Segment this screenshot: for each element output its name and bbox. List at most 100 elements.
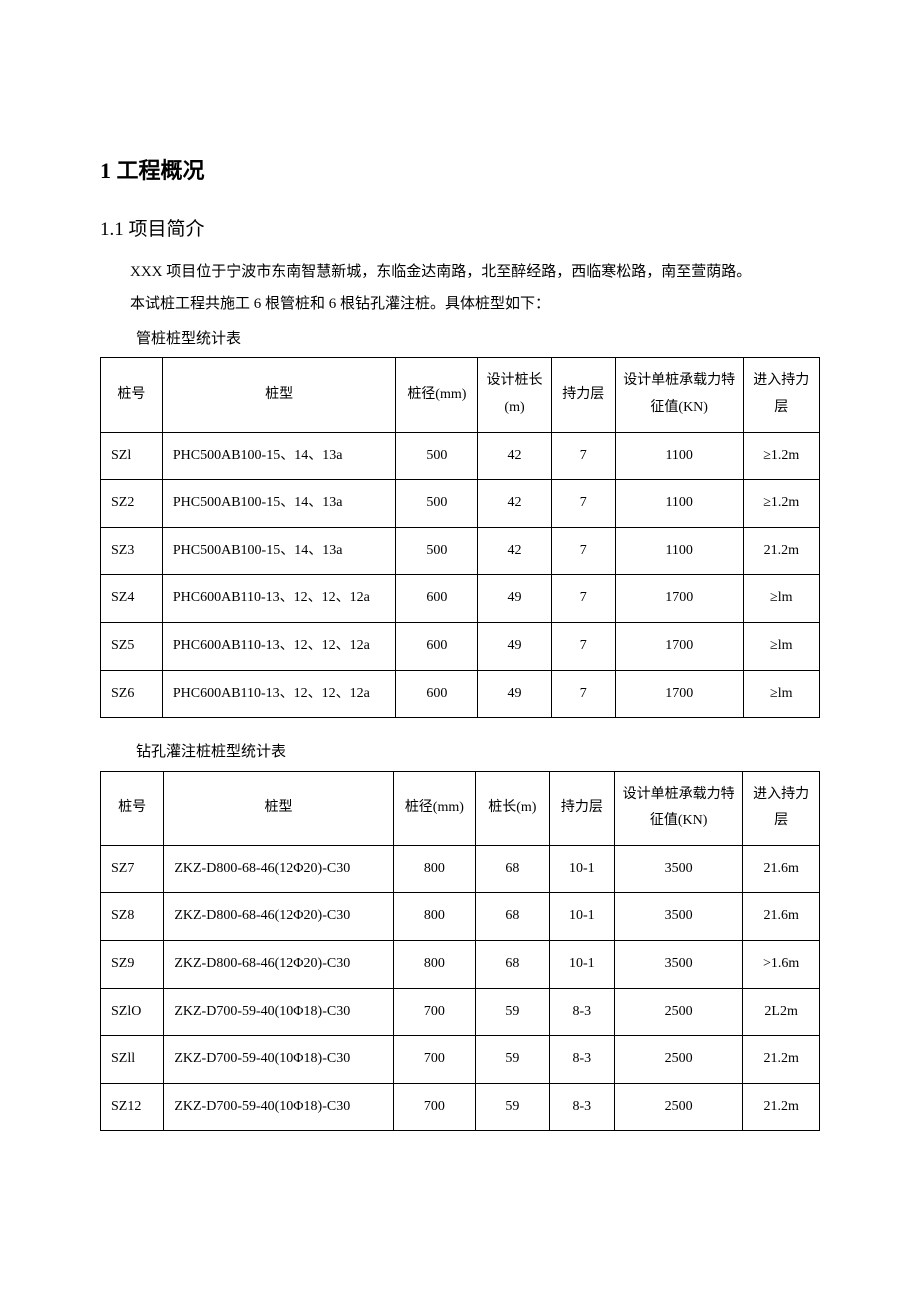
th-pile-no: 桩号: [101, 358, 163, 432]
table-2-header-row: 桩号 桩型 桩径(mm) 桩长(m) 持力层 设计单桩承载力特征值(KN) 进入…: [101, 771, 820, 845]
table-cell: 7: [551, 480, 615, 528]
table-1-header-row: 桩号 桩型 桩径(mm) 设计桩长(m) 持力层 设计单桩承载力特征值(KN) …: [101, 358, 820, 432]
table-cell: 600: [396, 670, 478, 718]
table-cell: 3500: [614, 893, 742, 941]
th-bearing: 持力层: [551, 358, 615, 432]
table-cell: 7: [551, 432, 615, 480]
table-cell: PHC500AB100-15、14、13a: [162, 527, 396, 575]
table-cell: 2500: [614, 1083, 742, 1131]
table-cell: ≥1.2m: [743, 480, 819, 528]
th-capacity: 设计单桩承载力特征值(KN): [614, 771, 742, 845]
table-2: 桩号 桩型 桩径(mm) 桩长(m) 持力层 设计单桩承载力特征值(KN) 进入…: [100, 771, 820, 1132]
table-cell: 42: [478, 527, 551, 575]
table-cell: ZKZ-D800-68-46(12Φ20)-C30: [164, 941, 393, 989]
table-cell: 68: [475, 941, 549, 989]
table-cell: ZKZ-D700-59-40(10Φ18)-C30: [164, 1036, 393, 1084]
table-cell: >1.6m: [743, 941, 820, 989]
table-cell: SZ5: [101, 622, 163, 670]
table-cell: SZll: [101, 1036, 164, 1084]
table-cell: 68: [475, 893, 549, 941]
table-cell: 500: [396, 527, 478, 575]
table-cell: ZKZ-D700-59-40(10Φ18)-C30: [164, 988, 393, 1036]
th-capacity: 设计单桩承载力特征值(KN): [615, 358, 743, 432]
table-row: SZ8ZKZ-D800-68-46(12Φ20)-C308006810-1350…: [101, 893, 820, 941]
table-cell: 42: [478, 480, 551, 528]
th-pile-no: 桩号: [101, 771, 164, 845]
heading-1: 1 工程概况: [100, 150, 820, 192]
th-diameter: 桩径(mm): [393, 771, 475, 845]
table-cell: 600: [396, 622, 478, 670]
table-2-caption: 钻孔灌注桩桩型统计表: [100, 738, 820, 767]
table-cell: ZKZ-D800-68-46(12Φ20)-C30: [164, 893, 393, 941]
table-row: SZlOZKZ-D700-59-40(10Φ18)-C30700598-3250…: [101, 988, 820, 1036]
table-cell: 1700: [615, 575, 743, 623]
table-cell: 1100: [615, 432, 743, 480]
table-cell: 59: [475, 1083, 549, 1131]
table-cell: 1700: [615, 670, 743, 718]
table-cell: 21.2m: [743, 1036, 820, 1084]
table-cell: 1100: [615, 480, 743, 528]
table-1: 桩号 桩型 桩径(mm) 设计桩长(m) 持力层 设计单桩承载力特征值(KN) …: [100, 357, 820, 718]
table-row: SZlPHC500AB100-15、14、13a5004271100≥1.2m: [101, 432, 820, 480]
table-cell: 10-1: [549, 845, 614, 893]
table-cell: 800: [393, 845, 475, 893]
table-cell: 2L2m: [743, 988, 820, 1036]
table-1-caption: 管桩桩型统计表: [100, 325, 820, 354]
table-cell: 500: [396, 480, 478, 528]
table-cell: 500: [396, 432, 478, 480]
table-cell: ZKZ-D700-59-40(10Φ18)-C30: [164, 1083, 393, 1131]
paragraph-intro: XXX 项目位于宁波市东南智慧新城，东临金达南路，北至醉经路，西临寒松路，南至萱…: [100, 258, 820, 287]
table-cell: 800: [393, 941, 475, 989]
th-length: 桩长(m): [475, 771, 549, 845]
table-cell: SZ9: [101, 941, 164, 989]
table-row: SZ5PHC600AB110-13、12、12、12a6004971700≥lm: [101, 622, 820, 670]
table-cell: 59: [475, 1036, 549, 1084]
table-row: SZ2PHC500AB100-15、14、13a5004271100≥1.2m: [101, 480, 820, 528]
table-cell: ≥lm: [743, 670, 819, 718]
table-cell: 7: [551, 527, 615, 575]
table-cell: 42: [478, 432, 551, 480]
table-cell: SZ7: [101, 845, 164, 893]
table-row: SZ6PHC600AB110-13、12、12、12a6004971700≥lm: [101, 670, 820, 718]
heading-2: 1.1 项目简介: [100, 212, 820, 248]
table-cell: ≥1.2m: [743, 432, 819, 480]
table-cell: PHC500AB100-15、14、13a: [162, 432, 396, 480]
table-cell: PHC600AB110-13、12、12、12a: [162, 670, 396, 718]
table-row: SZllZKZ-D700-59-40(10Φ18)-C30700598-3250…: [101, 1036, 820, 1084]
table-cell: SZ3: [101, 527, 163, 575]
table-cell: 2500: [614, 988, 742, 1036]
table-cell: SZ8: [101, 893, 164, 941]
table-cell: 700: [393, 988, 475, 1036]
table-cell: 21.6m: [743, 845, 820, 893]
th-pile-type: 桩型: [162, 358, 396, 432]
table-cell: 59: [475, 988, 549, 1036]
table-cell: 1100: [615, 527, 743, 575]
th-entry: 进入持力层: [743, 358, 819, 432]
table-cell: SZ2: [101, 480, 163, 528]
th-pile-type: 桩型: [164, 771, 393, 845]
table-row: SZ12ZKZ-D700-59-40(10Φ18)-C30700598-3250…: [101, 1083, 820, 1131]
table-cell: PHC600AB110-13、12、12、12a: [162, 575, 396, 623]
table-cell: ZKZ-D800-68-46(12Φ20)-C30: [164, 845, 393, 893]
paragraph-piles: 本试桩工程共施工 6 根管桩和 6 根钻孔灌注桩。具体桩型如下：: [100, 290, 820, 319]
table-cell: 21.2m: [743, 527, 819, 575]
table-row: SZ7ZKZ-D800-68-46(12Φ20)-C308006810-1350…: [101, 845, 820, 893]
table-cell: 10-1: [549, 941, 614, 989]
table-cell: 8-3: [549, 1083, 614, 1131]
table-cell: 8-3: [549, 1036, 614, 1084]
table-cell: SZl: [101, 432, 163, 480]
th-bearing: 持力层: [549, 771, 614, 845]
table-cell: PHC500AB100-15、14、13a: [162, 480, 396, 528]
table-cell: 21.2m: [743, 1083, 820, 1131]
th-length: 设计桩长(m): [478, 358, 551, 432]
table-cell: PHC600AB110-13、12、12、12a: [162, 622, 396, 670]
th-diameter: 桩径(mm): [396, 358, 478, 432]
table-cell: 7: [551, 670, 615, 718]
table-cell: SZ4: [101, 575, 163, 623]
table-cell: 7: [551, 622, 615, 670]
table-cell: 3500: [614, 845, 742, 893]
table-cell: 600: [396, 575, 478, 623]
table-cell: 49: [478, 622, 551, 670]
table-cell: 49: [478, 575, 551, 623]
table-cell: 68: [475, 845, 549, 893]
